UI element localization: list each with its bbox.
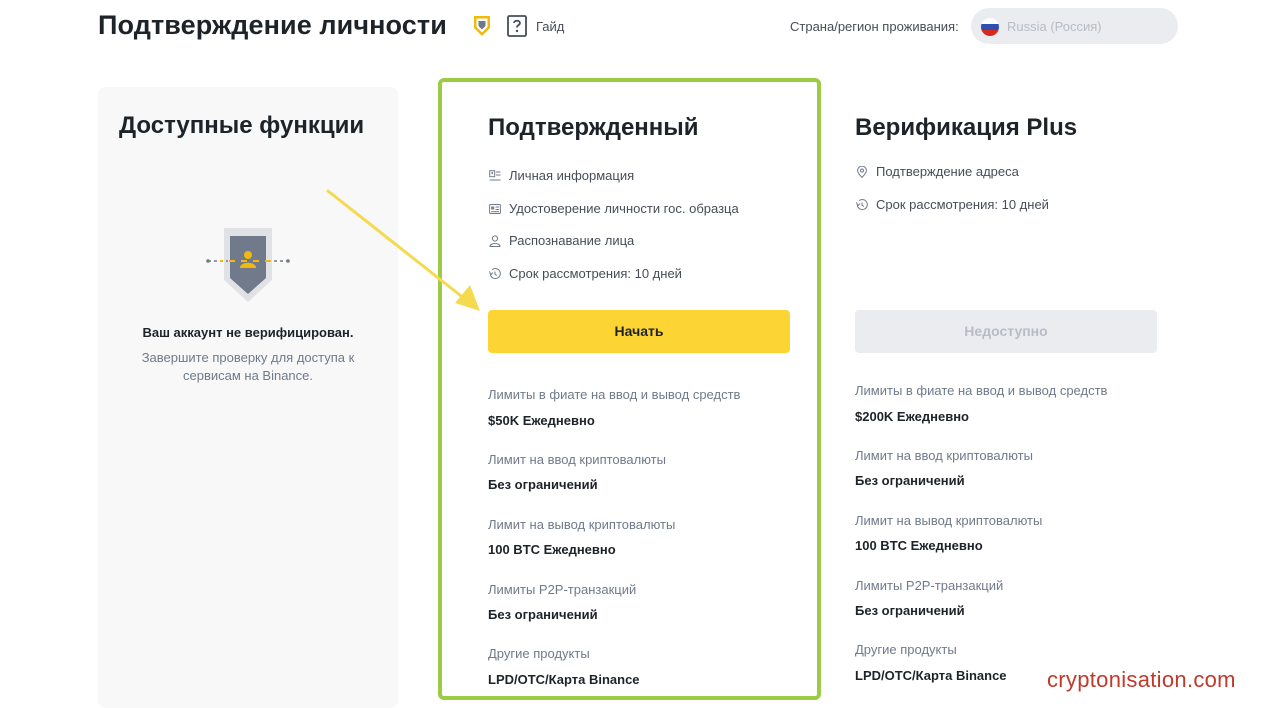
plus-limit-label: Другие продукты [855, 642, 957, 657]
start-button[interactable]: Начать [488, 310, 790, 353]
verified-req-review-time: Срок рассмотрения: 10 дней [509, 266, 682, 281]
id-card-icon [489, 204, 501, 214]
plus-limit-label: Лимит на ввод криптовалюты [855, 448, 1033, 463]
verified-limit-value: $50K Ежедневно [488, 413, 595, 428]
clock-icon [856, 199, 868, 211]
plus-limit-label: Лимиты P2P-транзакций [855, 578, 1004, 593]
plus-limit-label: Лимит на вывод криптовалюты [855, 513, 1043, 528]
unverified-status-title: Ваш аккаунт не верифицирован. [142, 325, 354, 340]
personal-info-icon [489, 170, 501, 181]
plus-limit-value: Без ограничений [855, 473, 965, 488]
unavailable-button: Недоступно [855, 310, 1157, 353]
verified-limit-label: Лимиты в фиате на ввод и вывод средств [488, 387, 741, 402]
plus-limit-value: $200K Ежедневно [855, 409, 969, 424]
plus-req-address: Подтверждение адреса [876, 164, 1019, 179]
verified-limit-value: 100 BTC Ежедневно [488, 542, 616, 557]
verified-tier-card: Подтвержденный Личная информация Удостов… [438, 78, 821, 700]
shield-badge-icon [474, 16, 490, 36]
plus-limit-value: Без ограничений [855, 603, 965, 618]
country-value: Russia (Россия) [1007, 19, 1102, 34]
verified-limit-label: Лимит на вывод криптовалюты [488, 517, 676, 532]
russia-flag-icon [981, 18, 999, 36]
unverified-status-desc: Завершите проверку для доступа к сервиса… [141, 350, 355, 383]
verified-tier-title: Подтвержденный [488, 114, 699, 141]
page-header: Подтверждение личности Гайд Страна/регио… [0, 0, 1276, 60]
page-title: Подтверждение личности [98, 10, 447, 40]
plus-tier-card: Верификация Plus Подтверждение адреса Ср… [805, 78, 1188, 700]
plus-limit-label: Лимиты в фиате на ввод и вывод средств [855, 383, 1108, 398]
unverified-shield-icon [206, 228, 290, 302]
guide-icon[interactable] [506, 14, 528, 38]
watermark-text: cryptonisation.com [1047, 667, 1236, 692]
verified-limit-label: Лимиты P2P-транзакций [488, 582, 637, 597]
verified-req-face: Распознавание лица [509, 233, 635, 248]
plus-limit-value: LPD/OTC/Карта Binance [855, 668, 1007, 683]
verified-limit-label: Лимит на ввод криптовалюты [488, 452, 666, 467]
available-features-panel: Доступные функции Ваш аккаунт не верифиц… [98, 87, 398, 708]
plus-tier-title: Верификация Plus [855, 114, 1078, 141]
verified-limit-value: LPD/OTC/Карта Binance [488, 672, 640, 687]
verified-req-id-document: Удостоверение личности гос. образца [509, 201, 739, 216]
verified-limit-value: Без ограничений [488, 477, 598, 492]
annotation-arrow [326, 189, 480, 311]
face-icon [489, 235, 501, 247]
features-title: Доступные функции [119, 112, 365, 139]
clock-icon [489, 268, 501, 280]
guide-link[interactable]: Гайд [536, 19, 564, 34]
verified-req-personal-info: Личная информация [509, 168, 635, 183]
plus-req-review-time: Срок рассмотрения: 10 дней [876, 197, 1049, 212]
verified-limit-label: Другие продукты [488, 646, 590, 661]
country-select[interactable]: Russia (Россия) [971, 8, 1178, 44]
location-icon [857, 166, 867, 178]
plus-limit-value: 100 BTC Ежедневно [855, 538, 983, 553]
country-label: Страна/регион проживания: [790, 19, 959, 34]
verified-limit-value: Без ограничений [488, 607, 598, 622]
